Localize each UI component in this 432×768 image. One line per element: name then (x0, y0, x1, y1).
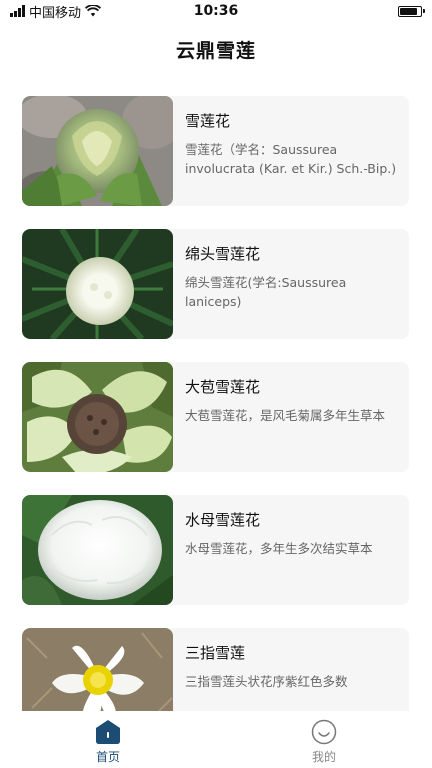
tab-mine-label: 我的 (311, 750, 336, 764)
flower-image (22, 628, 173, 711)
battery-icon (398, 5, 425, 17)
item-title: 水母雪莲花 (185, 511, 261, 529)
page-title: 云鼎雪莲 (175, 40, 256, 62)
flower-image (22, 495, 173, 605)
flower-image (22, 96, 173, 206)
home-icon (95, 719, 121, 745)
item-title: 三指雪莲 (185, 644, 246, 662)
flower-image (22, 362, 173, 472)
item-description: 绵头雪莲花(学名:Saussurea laniceps) (185, 275, 347, 309)
item-description: 三指雪莲头状花序紫红色多数 (185, 674, 348, 689)
list-item[interactable]: 水母雪莲花 水母雪莲花，多年生多次结实草本 (22, 495, 409, 605)
card-body: 三指雪莲 三指雪莲头状花序紫红色多数 (173, 628, 409, 711)
status-bar: 中国移动 10:36 (0, 0, 432, 22)
card-body: 雪莲花 雪莲花（学名：Saussurea involucrata (Kar. e… (173, 96, 409, 206)
tab-bar: 首页 我的 (0, 711, 432, 768)
item-description: 大苞雪莲花，是风毛菊属多年生草本 (185, 408, 386, 423)
item-description: 水母雪莲花，多年生多次结实草本 (185, 541, 373, 556)
card-body: 大苞雪莲花 大苞雪莲花，是风毛菊属多年生草本 (173, 362, 409, 472)
signal-icon (10, 5, 25, 17)
item-title: 雪莲花 (185, 112, 231, 130)
list-item[interactable]: 绵头雪莲花 绵头雪莲花(学名:Saussurea laniceps) (22, 229, 409, 339)
wifi-icon (85, 5, 102, 17)
item-description: 雪莲花（学名：Saussurea involucrata (Kar. et Ki… (185, 142, 397, 176)
status-left: 中国移动 (10, 2, 102, 21)
smiley-face-icon (311, 719, 337, 745)
flower-image (22, 229, 173, 339)
tab-home[interactable]: 首页 (0, 711, 216, 768)
item-title: 绵头雪莲花 (185, 245, 261, 263)
tab-mine[interactable]: 我的 (216, 711, 432, 768)
item-title: 大苞雪莲花 (185, 378, 261, 396)
tab-home-label: 首页 (95, 750, 120, 764)
carrier-name: 中国移动 (29, 5, 82, 21)
list-item[interactable]: 三指雪莲 三指雪莲头状花序紫红色多数 (22, 628, 409, 711)
card-body: 绵头雪莲花 绵头雪莲花(学名:Saussurea laniceps) (173, 229, 409, 339)
card-body: 水母雪莲花 水母雪莲花，多年生多次结实草本 (173, 495, 409, 605)
list-item[interactable]: 雪莲花 雪莲花（学名：Saussurea involucrata (Kar. e… (22, 96, 409, 206)
list-item[interactable]: 大苞雪莲花 大苞雪莲花，是风毛菊属多年生草本 (22, 362, 409, 472)
flower-list: 雪莲花 雪莲花（学名：Saussurea involucrata (Kar. e… (22, 96, 410, 711)
